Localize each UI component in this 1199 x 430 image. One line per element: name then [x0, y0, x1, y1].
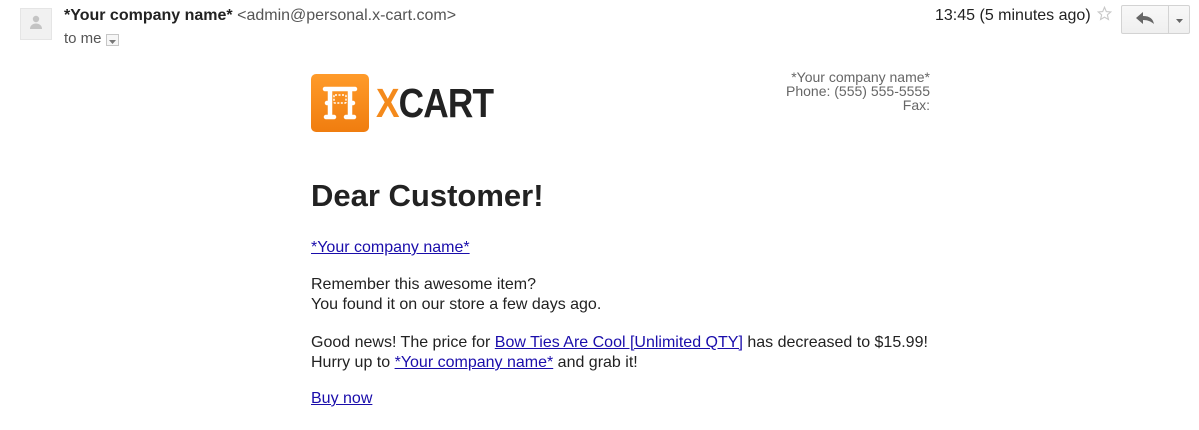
company-phone: Phone: (555) 555-5555 [786, 83, 930, 99]
chevron-down-icon [1175, 11, 1183, 29]
message-time: 13:45 (5 minutes ago) [935, 7, 1091, 24]
company-name: *Your company name* [791, 69, 930, 85]
reply-icon [1136, 11, 1154, 29]
show-details-button[interactable] [105, 32, 119, 49]
reply-button-group [1121, 5, 1190, 34]
person-icon [28, 14, 44, 35]
buy-now-link[interactable]: Buy now [311, 390, 372, 407]
xcart-logo-icon [311, 74, 369, 132]
sender-line: *Your company name* <admin@personal.x-ca… [64, 7, 456, 25]
news-text: has decreased to $15.99! [742, 334, 928, 351]
logo-letter-x: X [376, 80, 400, 126]
news-text: Good news! The price for [311, 334, 495, 351]
email-content: *Your company name* Remember this awesom… [311, 238, 928, 409]
sender-avatar [20, 8, 52, 40]
recipient-label: to me [64, 30, 102, 47]
remember-paragraph: Remember this awesome item? You found it… [311, 275, 928, 315]
store-link[interactable]: *Your company name* [395, 354, 554, 371]
chevron-down-icon [108, 32, 116, 49]
remember-line: Remember this awesome item? [311, 276, 536, 293]
reply-button[interactable] [1122, 6, 1169, 33]
product-link[interactable]: Bow Ties Are Cool [Unlimited QTY] [495, 334, 743, 351]
company-info: *Your company name* Phone: (555) 555-555… [786, 70, 930, 112]
logo-letters: CART [398, 80, 494, 126]
company-link[interactable]: *Your company name* [311, 239, 470, 256]
hurry-text: and grab it! [553, 354, 638, 371]
more-options-button[interactable] [1169, 6, 1189, 33]
sender-name[interactable]: *Your company name* [64, 7, 233, 24]
star-button[interactable] [1096, 5, 1113, 26]
company-fax: Fax: [902, 97, 930, 113]
sender-email: <admin@personal.x-cart.com> [237, 7, 457, 24]
greeting-heading: Dear Customer! [311, 178, 544, 213]
star-icon [1096, 5, 1113, 25]
recipient-line: to me [64, 30, 119, 47]
news-paragraph: Good news! The price for Bow Ties Are Co… [311, 333, 928, 373]
hurry-text: Hurry up to [311, 354, 395, 371]
xcart-logo-wordmark: XCART [376, 80, 494, 127]
remember-line: You found it on our store a few days ago… [311, 296, 602, 313]
